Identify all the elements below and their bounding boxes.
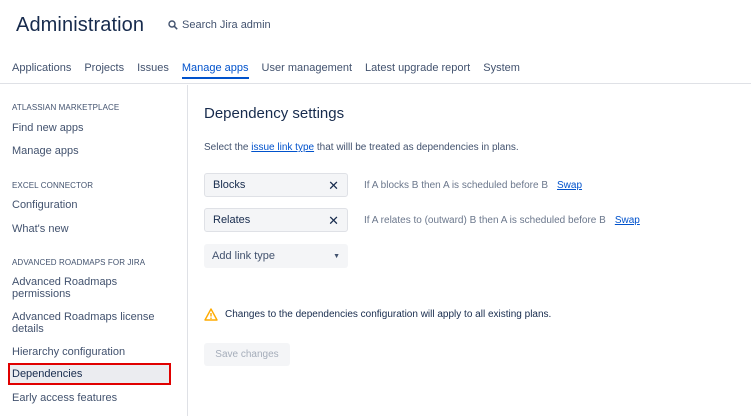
link-type-name: Blocks xyxy=(213,179,246,191)
chevron-down-icon: ▼ xyxy=(333,252,340,260)
tab-system[interactable]: System xyxy=(483,62,520,79)
close-icon[interactable]: ✕ xyxy=(328,179,339,192)
search-icon xyxy=(168,20,178,30)
search-jira-admin[interactable]: Search Jira admin xyxy=(168,19,271,31)
link-type-description: If A blocks B then A is scheduled before… xyxy=(364,179,549,191)
tab-manage-apps[interactable]: Manage apps xyxy=(181,62,249,79)
tab-projects[interactable]: Projects xyxy=(84,62,124,79)
swap-link[interactable]: Swap xyxy=(615,215,640,226)
save-changes-button[interactable]: Save changes xyxy=(204,343,290,366)
issue-link-type-link[interactable]: issue link type xyxy=(251,142,314,153)
admin-tabs: Applications Projects Issues Manage apps… xyxy=(12,62,533,79)
swap-link[interactable]: Swap xyxy=(557,180,582,191)
sidebar-heading-excel-connector: EXCEL CONNECTOR xyxy=(12,181,94,190)
warning-message: Changes to the dependencies configuratio… xyxy=(204,308,551,321)
sidebar-item-advanced-roadmaps-permissions[interactable]: Advanced Roadmaps permissions xyxy=(12,276,178,300)
sidebar-heading-advanced-roadmaps: ADVANCED ROADMAPS FOR JIRA xyxy=(12,258,146,267)
sidebar-item-hierarchy-configuration[interactable]: Hierarchy configuration xyxy=(12,346,178,358)
sidebar-item-configuration[interactable]: Configuration xyxy=(12,199,178,211)
link-type-name: Relates xyxy=(213,214,251,226)
link-type-relates: Relates ✕ xyxy=(204,208,348,232)
tab-issues[interactable]: Issues xyxy=(137,62,169,79)
intro-text-after: that willl be treated as dependencies in… xyxy=(314,142,519,153)
tab-applications[interactable]: Applications xyxy=(12,62,71,79)
warning-icon xyxy=(204,308,218,321)
sidebar-item-whats-new[interactable]: What's new xyxy=(12,223,178,235)
add-link-type-dropdown[interactable]: Add link type ▼ xyxy=(204,244,348,268)
dependency-settings-title: Dependency settings xyxy=(204,105,345,122)
page-title: Administration xyxy=(16,14,145,36)
sidebar-item-find-new-apps[interactable]: Find new apps xyxy=(12,122,178,134)
close-icon[interactable]: ✕ xyxy=(328,214,339,227)
sidebar-item-manage-apps[interactable]: Manage apps xyxy=(12,145,178,157)
link-type-blocks: Blocks ✕ xyxy=(204,173,348,197)
link-type-row-blocks: Blocks ✕ If A blocks B then A is schedul… xyxy=(204,173,582,197)
sidebar-item-advanced-roadmaps-license-details[interactable]: Advanced Roadmaps license details xyxy=(12,311,178,335)
warning-text: Changes to the dependencies configuratio… xyxy=(225,309,552,320)
sidebar-item-dependencies[interactable]: Dependencies xyxy=(8,363,171,385)
link-type-row-relates: Relates ✕ If A relates to (outward) B th… xyxy=(204,208,640,232)
intro-text: Select the issue link type that willl be… xyxy=(204,142,519,153)
tab-user-management[interactable]: User management xyxy=(262,62,353,79)
sidebar-heading-atlassian-marketplace: ATLASSIAN MARKETPLACE xyxy=(12,103,120,112)
sidebar-item-early-access-features[interactable]: Early access features xyxy=(12,392,178,404)
sidebar: ATLASSIAN MARKETPLACE Find new apps Mana… xyxy=(0,85,188,416)
tab-latest-upgrade-report[interactable]: Latest upgrade report xyxy=(365,62,470,79)
page-header: Administration Search Jira admin Applica… xyxy=(0,0,751,84)
link-type-description: If A relates to (outward) B then A is sc… xyxy=(364,214,606,226)
add-link-type-label: Add link type xyxy=(212,250,275,262)
intro-text-before: Select the xyxy=(204,142,252,153)
search-placeholder: Search Jira admin xyxy=(182,19,271,31)
